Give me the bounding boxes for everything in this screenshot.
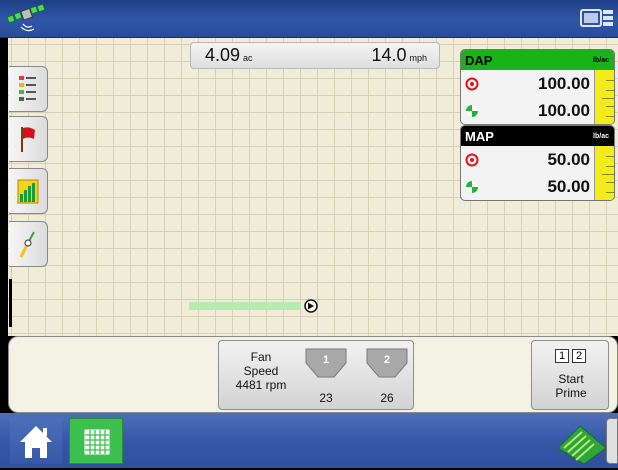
home-button[interactable] [10,418,62,464]
tank-1-number: 1 [323,354,329,366]
guidance-icon [19,231,35,258]
product-header: MAP lb/ac [461,126,614,146]
gps-satellite-icon[interactable] [6,4,50,34]
map-left-edge [0,38,8,336]
area-readout: 4.09 ac [205,45,253,66]
fan-rpm-value: 4481 rpm [235,378,287,392]
applied-rate-row: 100.00 [461,97,614,124]
legend-list-icon [19,76,36,101]
fan-and-tank-box[interactable]: Fan Speed 4481 rpm 1 23 2 26 [218,340,414,410]
start-prime-button[interactable]: 1 2 Start Prime [531,340,609,410]
field-operation-button[interactable] [556,418,608,465]
tank-2-hopper-icon: 2 [366,348,408,378]
product-name: DAP [465,52,493,68]
top-status-bar [0,0,618,38]
tank-2-number: 2 [384,354,390,366]
speed-readout: 14.0 mph [371,45,427,66]
side-tab-performance[interactable] [9,168,48,214]
applied-rate-row: 50.00 [461,173,614,200]
grid-icon [84,429,110,455]
product-panel-map[interactable]: MAP lb/ac 50.00 50.00 [460,125,615,201]
applied-rate-icon [466,104,478,117]
product-header: DAP lb/ac [461,50,614,70]
tank-1-value: 23 [319,391,333,405]
product-unit: lb/ac [593,132,609,140]
map-grid-button[interactable] [69,418,123,464]
side-tab-legend[interactable] [9,66,48,112]
performance-chart-icon [17,179,39,204]
field-operation-icon [557,425,607,465]
area-value: 4.09 [205,45,241,65]
prime-section-indicators: 1 2 [555,349,586,363]
target-rate-row: 100.00 [461,70,614,97]
area-speed-readout: 4.09 ac 14.0 mph [190,42,440,69]
target-rate-value: 100.00 [538,73,590,93]
speed-unit: mph [409,53,427,63]
product-unit: lb/ac [593,56,609,64]
rate-gauge-bar [594,146,614,200]
prime-section-1: 1 [555,349,569,363]
vehicle-position-icon [304,299,318,313]
target-rate-value: 50.00 [547,149,590,169]
product-name: MAP [465,128,494,144]
applied-rate-value: 50.00 [547,176,590,196]
red-flag-icon [21,127,35,152]
target-rate-row: 50.00 [461,146,614,173]
tank-1-hopper-icon: 1 [305,348,347,378]
side-tab-flags[interactable] [9,116,48,162]
applied-coverage-strip [189,302,301,310]
map-view-toggle-icon[interactable] [580,7,614,31]
target-rate-icon [465,153,479,166]
side-tab-edge [9,279,12,327]
rate-gauge-bar [594,70,614,124]
slide-out-handle[interactable] [606,418,618,464]
home-icon [20,426,52,458]
start-prime-label: Start Prime [555,372,587,400]
product-panel-dap[interactable]: DAP lb/ac 100.00 100.00 [460,49,615,125]
side-tab-guidance[interactable] [9,221,48,267]
tank-2-value: 26 [380,391,394,405]
applied-rate-value: 100.00 [538,100,590,120]
fan-speed-label: Fan Speed 4481 rpm [225,350,297,392]
target-rate-icon [465,77,479,90]
area-unit: ac [243,53,253,63]
speed-value: 14.0 [371,45,407,65]
applied-rate-icon [466,180,478,193]
prime-section-2: 2 [572,349,586,363]
